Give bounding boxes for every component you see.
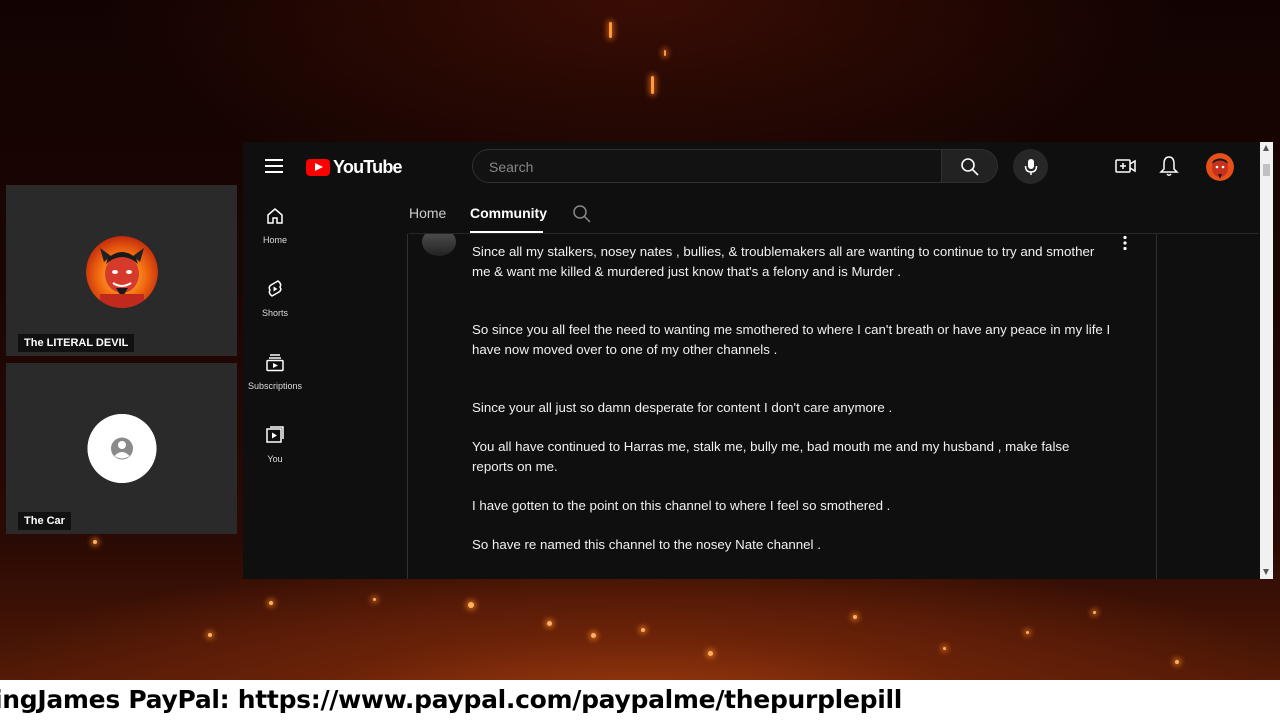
scrollbar[interactable] [1260,142,1273,579]
youtube-logo-text: YouTube [333,157,403,177]
post-paragraph: Since all my stalkers, nosey nates , bul… [472,244,1095,279]
scroll-thumb[interactable] [1263,164,1270,176]
create-video-icon [1115,159,1136,173]
search-box [472,149,942,183]
ember-dot [373,598,376,601]
participant-avatar [85,236,158,308]
sidebar-item-label: Subscriptions [247,381,303,391]
sidebar-item-you[interactable]: You [243,425,307,490]
sidebar-item-label: You [267,454,283,464]
post-paragraph: So have re named this channel to the nos… [472,536,821,552]
youtube-logo[interactable]: YouTube [306,157,403,178]
active-tab-indicator [470,231,543,233]
home-icon [267,208,283,224]
sidebar-item-subscriptions[interactable]: Subscriptions [243,352,307,417]
voice-search-button[interactable] [1013,149,1048,184]
youtube-topbar: YouTube [243,142,1260,190]
shorts-icon [268,280,282,297]
create-button[interactable] [1115,156,1137,181]
ember-dot [943,647,946,650]
channel-tabs: Home Community [409,197,1259,234]
channel-search-icon[interactable] [572,204,592,224]
sidebar-item-label: Shorts [261,308,288,318]
microphone-icon [1024,159,1038,175]
sidebar: Home Shorts Subscriptions You [243,198,307,490]
ember-dot [1026,631,1029,634]
post-paragraph: You all have continued to Harras me, sta… [472,439,1070,474]
search-input[interactable] [487,158,911,176]
ember-streak [609,22,612,38]
post-paragraph: I have gotten to the point on this chann… [472,497,891,513]
default-avatar-icon [87,414,156,483]
ember-dot [708,651,713,656]
community-post: Since all my stalkers, nosey nates , bul… [407,234,1157,579]
ember-streak [664,50,666,56]
ember-dot [269,601,273,605]
ticker-text: ingJames PayPal: https://www.paypal.com/… [0,685,902,714]
subscriptions-icon [266,354,284,372]
ember-dot [208,633,212,637]
ember-streak [651,76,654,94]
bell-icon [1159,156,1179,176]
youtube-window: YouTube Search Home Shorts Subscriptions… [243,142,1273,579]
post-paragraph: Since your all just so damn desperate fo… [472,400,893,415]
more-options-icon[interactable] [1122,235,1128,256]
hamburger-menu-icon[interactable] [265,159,283,177]
scroll-up-arrow-icon[interactable] [1263,145,1269,151]
post-paragraph: So since you all feel the need to wantin… [472,322,1111,357]
tab-home[interactable]: Home [409,205,446,221]
sidebar-item-label: Home [262,235,287,245]
ember-dot [1175,660,1179,664]
sidebar-item-home[interactable]: Home [243,206,307,271]
post-body: Since all my stalkers, nosey nates , bul… [472,242,1112,554]
participant-name: The LITERAL DEVIL [18,334,135,352]
you-icon [266,426,284,443]
sidebar-item-shorts[interactable]: Shorts [243,279,307,344]
ember-dot [1093,611,1096,614]
notifications-button[interactable] [1159,155,1179,182]
ember-dot [591,633,596,638]
participant-tile: The Car [6,363,237,534]
ember-dot [547,621,552,626]
donation-ticker: ingJames PayPal: https://www.paypal.com/… [0,680,1280,720]
youtube-play-icon [306,159,330,176]
ember-dot [641,628,645,632]
post-author-avatar[interactable] [422,234,456,256]
scroll-down-arrow-icon[interactable] [1263,569,1269,575]
account-avatar[interactable] [1206,153,1234,181]
participant-name: The Car [18,512,71,530]
participant-tile: The LITERAL DEVIL [6,185,237,356]
search-icon [961,158,979,176]
ember-dot [93,540,97,544]
search-button[interactable] [942,149,998,183]
ember-dot [853,615,857,619]
tab-community[interactable]: Community [470,205,547,221]
ember-dot [468,602,474,608]
